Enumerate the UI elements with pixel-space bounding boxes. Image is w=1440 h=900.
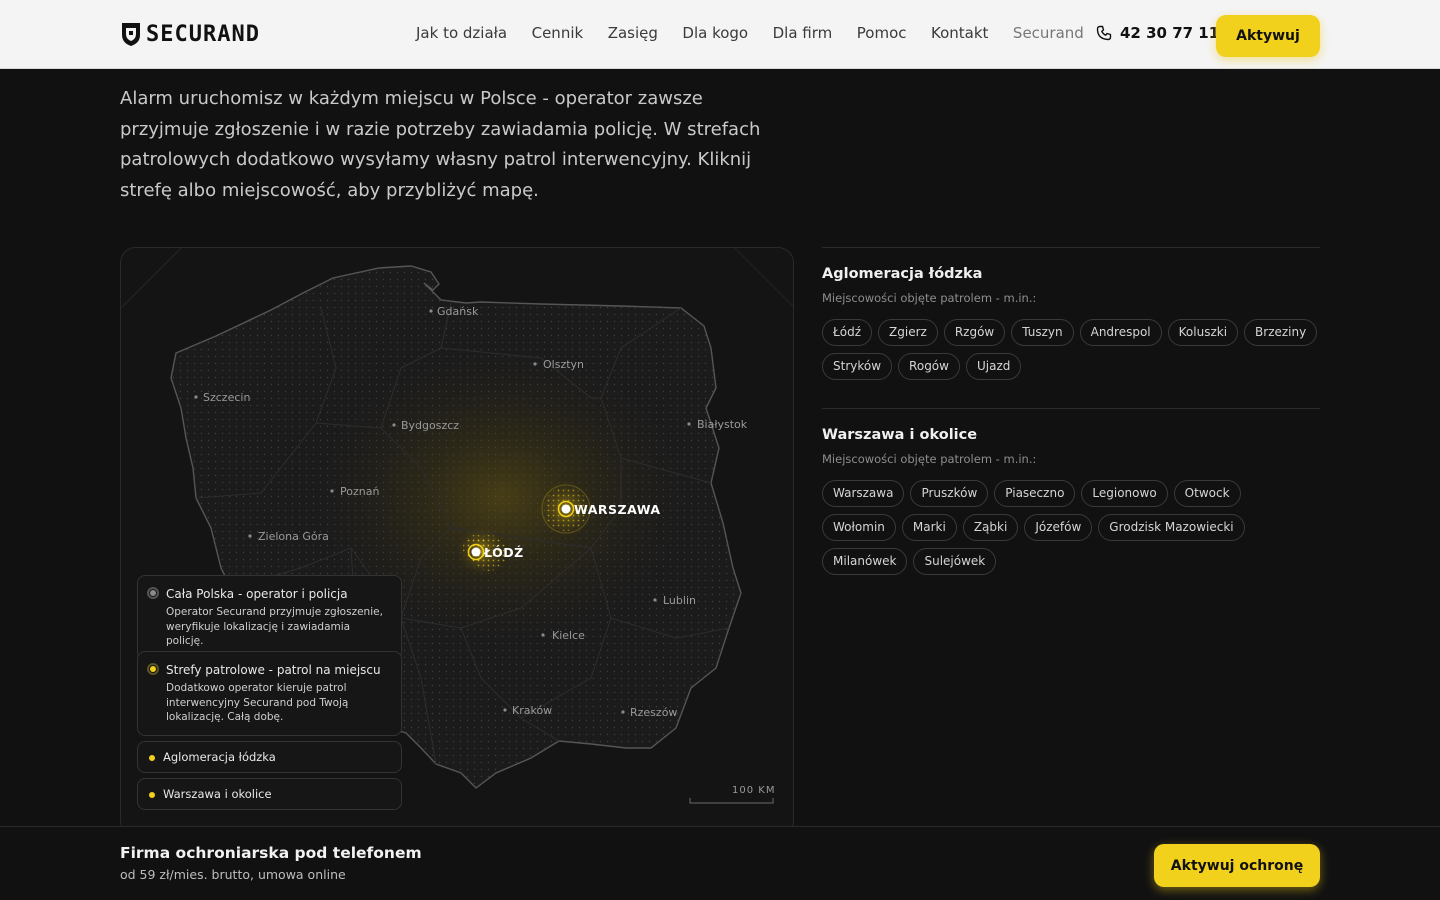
legend-patrol-title: Strefy patrolowe - patrol na miejscu [166,663,381,677]
legend-zone-lodz-label: Aglomeracja łódzka [163,750,276,764]
logo-text: SECURAND [146,21,260,47]
phone-icon [1096,25,1112,41]
zone-title: Warszawa i okolice [822,427,978,443]
zone-subtitle: Miejscowości objęte patrolem - m.in.: [822,291,1037,305]
town-chip[interactable]: Tuszyn [1011,319,1074,346]
sticky-cta-bar: Firma ochroniarska pod telefonem od 59 z… [0,826,1440,900]
city-krakow: Kraków [512,704,552,717]
city-poznan: Poznań [340,485,379,498]
legend-patrol-zones[interactable]: Strefy patrolowe - patrol na miejscu Dod… [137,651,402,736]
town-chip[interactable]: Łódź [822,319,873,346]
town-chips: Warszawa Pruszków Piaseczno Legionowo Ot… [822,480,1320,575]
town-chip[interactable]: Józefów [1024,514,1093,541]
town-chip[interactable]: Pruszków [910,480,989,507]
legend-all-desc: Operator Securand przyjmuje zgłoszenie, … [166,606,383,647]
city-rzeszow: Rzeszów [630,706,677,719]
scale-label: 100 KM [732,785,775,796]
radio-dot-yellow [147,663,159,675]
warszawa-marker [561,504,571,514]
nav-item-help[interactable]: Pomoc [857,22,907,44]
activate-button[interactable]: Aktywuj [1216,15,1320,57]
town-chip[interactable]: Rzgów [943,319,1006,346]
zone-title: Aglomeracja łódzka [822,266,983,282]
city-lublin: Lublin [663,594,696,607]
nav-item-business[interactable]: Dla firm [773,22,833,44]
legend-all-poland[interactable]: Cała Polska - operator i policja Operato… [137,575,402,660]
town-chip[interactable]: Rogów [898,353,960,380]
town-chip[interactable]: Sulejówek [913,548,997,575]
town-chip[interactable]: Ząbki [962,514,1019,541]
city-olsztyn: Olsztyn [543,358,584,371]
nav-item-how-it-works[interactable]: Jak to działa [416,22,507,44]
town-chip[interactable]: Grodzisk Mazowiecki [1098,514,1245,541]
radio-dot-gray [147,587,159,599]
lodz-marker [471,547,481,557]
zone-warszawa: Warszawa i okolice Miejscowości objęte p… [822,408,1320,575]
shield-logo-icon [122,23,140,46]
phone-link[interactable]: 42 30 77 112 [1096,22,1230,44]
main-nav: Jak to działa Cennik Zasięg Dla kogo Dla… [416,22,1108,44]
town-chip[interactable]: Brzeziny [1244,319,1318,346]
town-chip[interactable]: Warszawa [822,480,905,507]
phone-number: 42 30 77 112 [1120,24,1230,42]
nav-item-securand[interactable]: Securand [1013,22,1084,44]
zone-lodz: Aglomeracja łódzka Miejscowości objęte p… [822,247,1320,380]
legend-all-title: Cała Polska - operator i policja [166,587,348,601]
city-bydgoszcz: Bydgoszcz [401,419,459,432]
logo[interactable]: SECURAND [120,20,260,48]
cta-bar-title: Firma ochroniarska pod telefonem [120,844,422,862]
town-chip[interactable]: Stryków [822,353,893,380]
town-chip[interactable]: Otwock [1173,480,1241,507]
town-chip[interactable]: Wołomin [822,514,896,541]
legend-zone-warszawa[interactable]: Warszawa i okolice [137,778,402,810]
activate-protection-button[interactable]: Aktywuj ochronę [1154,844,1320,887]
city-szczecin: Szczecin [203,391,250,404]
town-chip[interactable]: Zgierz [878,319,938,346]
town-chip[interactable]: Legionowo [1081,480,1168,507]
nav-item-coverage[interactable]: Zasięg [608,22,658,44]
town-chip[interactable]: Ujazd [965,353,1022,380]
cta-bar-subtitle: od 59 zł/mies. brutto, umowa online [120,867,346,882]
intro-text: Alarm uruchomisz w każdym miejscu w Pols… [120,88,761,201]
town-chip[interactable]: Milanówek [822,548,908,575]
town-chip[interactable]: Marki [901,514,957,541]
coverage-map[interactable]: WARSZAWA ŁÓDŹ Gdańsk Olsztyn Szczecin By… [120,247,794,837]
legend-patrol-desc: Dodatkowo operator kieruje patrol interw… [166,682,349,723]
nav-item-for-whom[interactable]: Dla kogo [682,22,748,44]
city-kielce: Kielce [552,629,585,642]
legend-zone-lodz[interactable]: Aglomeracja łódzka [137,741,402,773]
town-chip[interactable]: Koluszki [1167,319,1239,346]
yellow-dot-icon [149,792,155,798]
legend-zone-warszawa-label: Warszawa i okolice [163,787,272,801]
town-chip[interactable]: Andrespol [1079,319,1162,346]
city-bialystok: Białystok [697,418,748,431]
warszawa-label: WARSZAWA [574,502,661,517]
zone-subtitle: Miejscowości objęte patrolem - m.in.: [822,452,1037,466]
nav-item-contact[interactable]: Kontakt [931,22,988,44]
town-chips: Łódź Zgierz Rzgów Tuszyn Andrespol Kolus… [822,319,1320,380]
city-zielona-gora: Zielona Góra [258,530,329,543]
site-header: SECURAND Jak to działa Cennik Zasięg Dla… [0,0,1440,69]
city-gdansk: Gdańsk [437,305,479,318]
yellow-dot-icon [149,755,155,761]
town-chip[interactable]: Piaseczno [994,480,1076,507]
nav-item-pricing[interactable]: Cennik [532,22,584,44]
lodz-label: ŁÓDŹ [483,545,524,560]
